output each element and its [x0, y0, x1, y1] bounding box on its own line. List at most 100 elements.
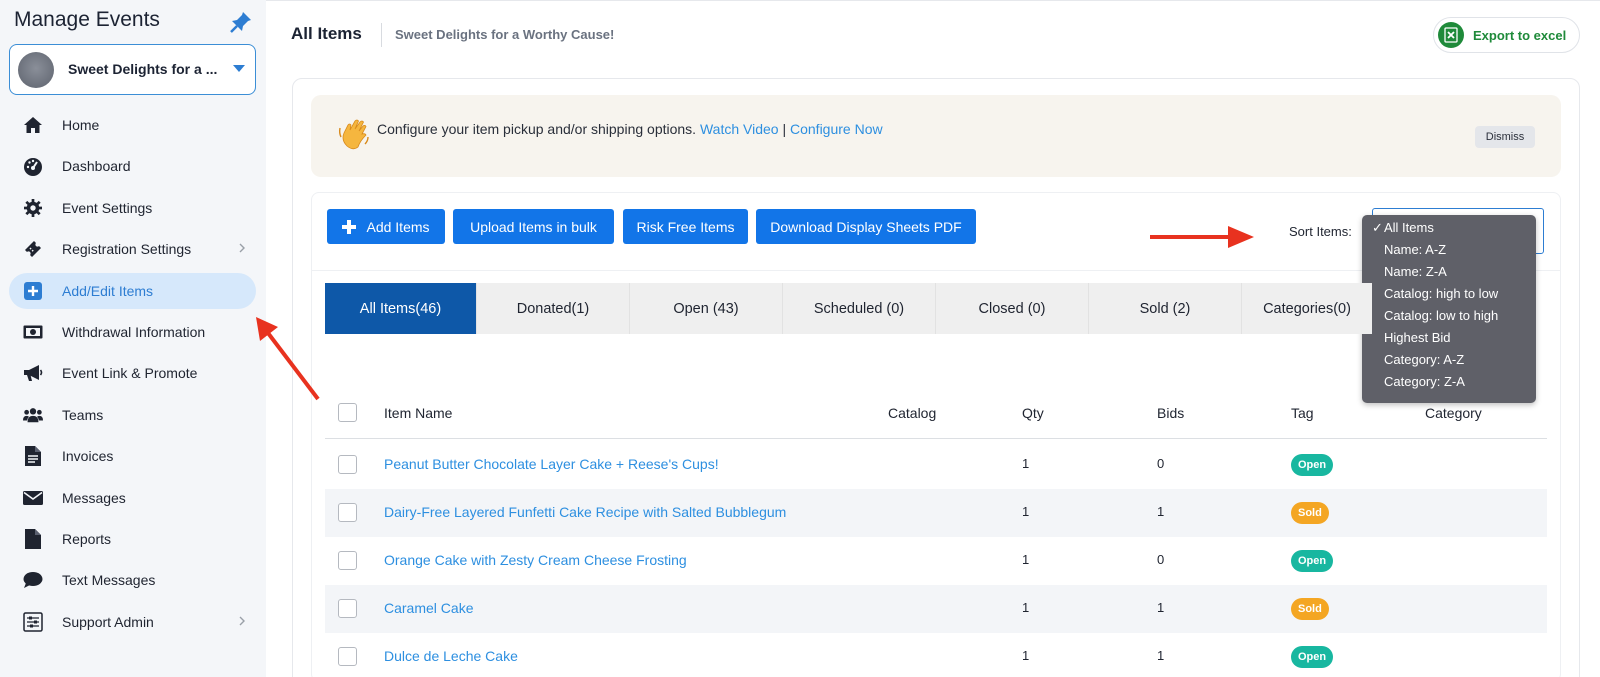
table-header-divider	[325, 438, 1547, 439]
sidebar-item-messages[interactable]: Messages	[9, 480, 256, 516]
sort-items-label: Sort Items:	[1289, 224, 1352, 239]
column-header-catalog[interactable]: Catalog	[888, 405, 936, 421]
event-selector[interactable]: Sweet Delights for a ...	[9, 44, 256, 95]
item-name-link[interactable]: Peanut Butter Chocolate Layer Cake + Ree…	[384, 456, 719, 472]
sort-option-all-items[interactable]: All Items	[1384, 220, 1434, 235]
export-to-excel-button[interactable]: Export to excel	[1433, 17, 1580, 53]
check-icon: ✓	[1372, 220, 1383, 235]
row-checkbox[interactable]	[338, 647, 357, 666]
row-checkbox[interactable]	[338, 551, 357, 570]
sort-option-name-a-z[interactable]: Name: A-Z	[1384, 242, 1446, 257]
sidebar-item-dashboard[interactable]: Dashboard	[9, 148, 256, 184]
sidebar-item-text-messages[interactable]: Text Messages	[9, 562, 256, 598]
select-all-checkbox[interactable]	[338, 403, 357, 422]
column-header-category[interactable]: Category	[1425, 405, 1482, 421]
sidebar-item-event-settings[interactable]: Event Settings	[9, 190, 256, 226]
sidebar-item-withdrawal-information[interactable]: Withdrawal Information	[9, 314, 256, 350]
sidebar-item-home[interactable]: Home	[9, 107, 256, 143]
item-qty: 1	[1022, 600, 1030, 615]
sidebar-item-label: Home	[62, 117, 100, 133]
row-checkbox[interactable]	[338, 599, 357, 618]
event-name: Sweet Delights for a ...	[68, 61, 218, 77]
row-checkbox[interactable]	[338, 503, 357, 522]
status-badge: Sold	[1291, 598, 1329, 620]
configure-now-link[interactable]: Configure Now	[790, 121, 883, 137]
sidebar-item-teams[interactable]: Teams	[9, 397, 256, 433]
tab-categories[interactable]: Categories(0)	[1242, 283, 1372, 334]
tab-scheduled[interactable]: Scheduled (0)	[783, 283, 936, 334]
sort-option-catalog-high-low[interactable]: Catalog: high to low	[1384, 286, 1498, 301]
tab-donated[interactable]: Donated(1)	[477, 283, 630, 334]
notice-text: Configure your item pickup and/or shippi…	[377, 121, 883, 137]
notice-separator: |	[782, 121, 787, 137]
tab-closed[interactable]: Closed (0)	[936, 283, 1089, 334]
sort-option-highest-bid[interactable]: Highest Bid	[1384, 330, 1450, 345]
sidebar-title: Manage Events	[14, 8, 160, 31]
sidebar: Manage Events Sweet Delights for a ... H…	[0, 0, 266, 677]
megaphone-icon	[23, 363, 43, 383]
sort-option-category-a-z[interactable]: Category: A-Z	[1384, 352, 1464, 367]
excel-icon	[1438, 22, 1464, 48]
chevron-right-icon	[239, 616, 245, 626]
sidebar-item-event-link-promote[interactable]: Event Link & Promote	[9, 355, 256, 391]
sidebar-item-add-edit-items[interactable]: Add/Edit Items	[9, 272, 256, 309]
item-name-link[interactable]: Orange Cake with Zesty Cream Cheese Fros…	[384, 552, 687, 568]
dismiss-button[interactable]: Dismiss	[1475, 126, 1535, 148]
download-display-sheets-button[interactable]: Download Display Sheets PDF	[756, 209, 976, 244]
item-name-link[interactable]: Caramel Cake	[384, 600, 473, 616]
item-name-link[interactable]: Dairy-Free Layered Funfetti Cake Recipe …	[384, 504, 786, 520]
table-row: Peanut Butter Chocolate Layer Cake + Ree…	[325, 441, 1547, 489]
chevron-down-icon	[233, 65, 245, 72]
add-items-button[interactable]: Add Items	[327, 209, 445, 244]
watch-video-link[interactable]: Watch Video	[700, 121, 779, 137]
sidebar-nav: Home Dashboard Event Settings Registrati…	[9, 107, 256, 645]
title-divider	[381, 23, 382, 47]
page-title: All Items	[291, 24, 362, 43]
invoice-icon	[23, 446, 43, 467]
sort-option-name-z-a[interactable]: Name: Z-A	[1384, 264, 1447, 279]
table-row: Dairy-Free Layered Funfetti Cake Recipe …	[325, 489, 1547, 537]
sort-option-catalog-low-high[interactable]: Catalog: low to high	[1384, 308, 1498, 323]
sort-option-category-z-a[interactable]: Category: Z-A	[1384, 374, 1465, 389]
sort-items-dropdown: ✓ All Items Name: A-Z Name: Z-A Catalog:…	[1362, 215, 1536, 403]
sidebar-item-reports[interactable]: Reports	[9, 521, 256, 557]
sidebar-item-invoices[interactable]: Invoices	[9, 438, 256, 474]
sidebar-item-label: Withdrawal Information	[62, 323, 206, 340]
annotation-arrow-right	[1150, 226, 1254, 248]
home-icon	[23, 115, 43, 135]
tab-all-items[interactable]: All Items(46)	[325, 283, 477, 334]
sidebar-item-label: Registration Settings	[62, 241, 192, 258]
column-header-item-name[interactable]: Item Name	[384, 405, 452, 421]
column-header-tag[interactable]: Tag	[1291, 405, 1314, 421]
tab-open[interactable]: Open (43)	[630, 283, 783, 334]
sidebar-item-label: Teams	[62, 406, 104, 423]
sidebar-item-support-admin[interactable]: Support Admin	[9, 604, 256, 640]
top-divider	[266, 0, 1600, 5]
gear-icon	[23, 198, 43, 218]
chevron-right-icon	[239, 243, 245, 253]
upload-bulk-button[interactable]: Upload Items in bulk	[453, 209, 614, 244]
tab-sold[interactable]: Sold (2)	[1089, 283, 1242, 334]
column-header-qty[interactable]: Qty	[1022, 405, 1044, 421]
add-items-label: Add Items	[366, 218, 430, 235]
waving-hand-icon	[338, 119, 369, 150]
status-badge: Sold	[1291, 502, 1329, 524]
item-bids: 1	[1157, 600, 1165, 615]
filter-tabs: All Items(46) Donated(1) Open (43) Sched…	[325, 283, 1372, 334]
item-qty: 1	[1022, 504, 1030, 519]
risk-free-items-button[interactable]: Risk Free Items	[623, 209, 748, 244]
sidebar-item-label: Add/Edit Items	[62, 282, 154, 299]
users-icon	[23, 405, 43, 425]
plus-icon	[342, 219, 357, 234]
notice-message: Configure your item pickup and/or shippi…	[377, 121, 697, 137]
sidebar-item-label: Support Admin	[62, 613, 154, 630]
item-name-link[interactable]: Dulce de Leche Cake	[384, 648, 518, 664]
row-checkbox[interactable]	[338, 455, 357, 474]
shipping-notice: Configure your item pickup and/or shippi…	[311, 95, 1561, 177]
file-icon	[23, 528, 43, 549]
status-badge: Open	[1291, 550, 1334, 572]
column-header-bids[interactable]: Bids	[1157, 405, 1184, 421]
item-qty: 1	[1022, 648, 1030, 663]
sidebar-item-registration-settings[interactable]: Registration Settings	[9, 231, 256, 267]
pin-icon[interactable]	[229, 10, 253, 34]
